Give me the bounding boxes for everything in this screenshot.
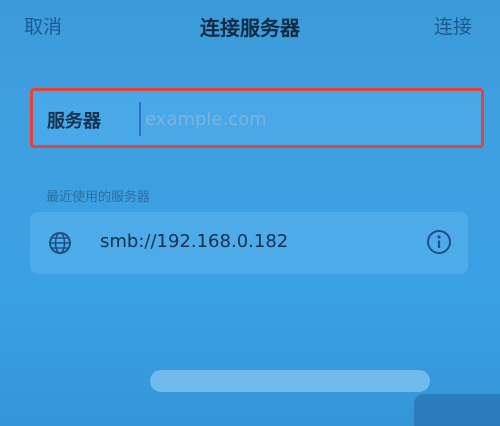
info-icon[interactable]	[426, 229, 452, 255]
globe-icon	[49, 232, 71, 254]
recent-server-address: smb://192.168.0.182	[100, 231, 289, 252]
server-field-row: 服务器	[30, 88, 484, 148]
page-title: 连接服务器	[200, 16, 300, 40]
server-label: 服务器	[47, 111, 101, 132]
nav-bar: 取消 连接服务器 连接	[0, 0, 500, 54]
server-input[interactable]	[139, 102, 465, 136]
connect-button[interactable]: 连接	[434, 12, 472, 39]
recent-server-item[interactable]: smb://192.168.0.182	[30, 212, 468, 274]
recent-servers-header: 最近使用的服务器	[46, 190, 151, 205]
screen-glare	[150, 370, 430, 392]
corner-shade	[414, 394, 500, 426]
